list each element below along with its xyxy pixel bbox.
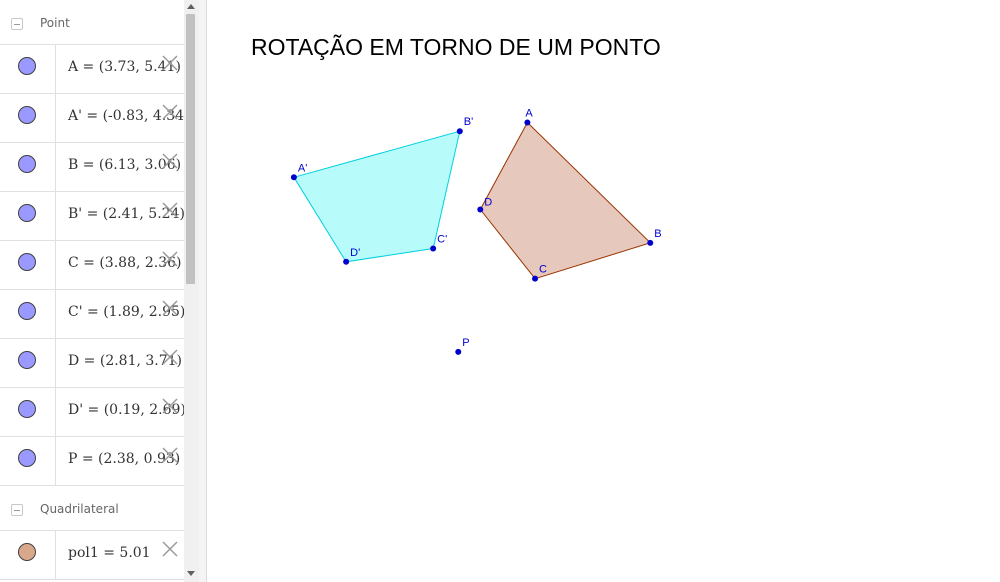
delete-icon[interactable]	[160, 396, 180, 416]
visibility-cell	[0, 192, 56, 240]
algebra-row[interactable]: D' = (0.19, 2.69)	[0, 388, 184, 437]
scroll-thumb[interactable]	[186, 14, 195, 284]
group-header-quadrilateral[interactable]: Quadrilateral	[0, 486, 184, 531]
visibility-cell	[0, 45, 56, 93]
algebra-row[interactable]: P = (2.38, 0.93)	[0, 437, 184, 486]
collapse-toggle-icon[interactable]	[11, 504, 23, 516]
visibility-cell	[0, 339, 56, 387]
algebra-row[interactable]: D = (2.81, 3.71)	[0, 339, 184, 388]
algebra-row[interactable]: A' = (-0.83, 4.34)	[0, 94, 184, 143]
visibility-toggle-icon[interactable]	[18, 543, 36, 561]
group-title: Point	[40, 16, 70, 30]
algebra-row[interactable]: A = (3.73, 5.41)	[0, 45, 184, 94]
scroll-up-arrow-icon[interactable]	[187, 4, 195, 9]
delete-icon[interactable]	[160, 298, 180, 318]
view-divider[interactable]	[199, 0, 207, 582]
delete-icon[interactable]	[160, 151, 180, 171]
delete-icon[interactable]	[160, 102, 180, 122]
visibility-toggle-icon[interactable]	[18, 155, 36, 173]
algebra-row[interactable]: C = (3.88, 2.36)	[0, 241, 184, 290]
visibility-toggle-icon[interactable]	[18, 449, 36, 467]
visibility-cell	[0, 437, 56, 485]
visibility-toggle-icon[interactable]	[18, 302, 36, 320]
delete-icon[interactable]	[160, 249, 180, 269]
visibility-toggle-icon[interactable]	[18, 204, 36, 222]
visibility-toggle-icon[interactable]	[18, 253, 36, 271]
graphics-view[interactable]	[207, 0, 1000, 582]
delete-icon[interactable]	[160, 347, 180, 367]
visibility-cell	[0, 290, 56, 338]
algebra-row[interactable]: pol1 = 5.01	[0, 531, 184, 580]
algebra-row[interactable]: C' = (1.89, 2.95)	[0, 290, 184, 339]
delete-icon[interactable]	[160, 200, 180, 220]
page-title: ROTAÇÃO EM TORNO DE UM PONTO	[251, 34, 661, 60]
group-title: Quadrilateral	[40, 502, 119, 516]
visibility-toggle-icon[interactable]	[18, 106, 36, 124]
group-header-point[interactable]: Point	[0, 0, 184, 45]
delete-icon[interactable]	[160, 445, 180, 465]
algebra-row[interactable]: B = (6.13, 3.06)	[0, 143, 184, 192]
algebra-row[interactable]: B' = (2.41, 5.24)	[0, 192, 184, 241]
visibility-cell	[0, 94, 56, 142]
visibility-cell	[0, 241, 56, 289]
visibility-toggle-icon[interactable]	[18, 57, 36, 75]
algebra-scrollbar[interactable]	[184, 0, 199, 582]
algebra-expression[interactable]: pol1 = 5.01	[68, 545, 151, 561]
visibility-cell	[0, 143, 56, 191]
visibility-toggle-icon[interactable]	[18, 351, 36, 369]
visibility-cell	[0, 388, 56, 436]
visibility-toggle-icon[interactable]	[18, 400, 36, 418]
algebra-view: Point A = (3.73, 5.41) A' = (-0.83, 4.34)…	[0, 0, 184, 582]
delete-icon[interactable]	[160, 539, 180, 559]
delete-icon[interactable]	[160, 53, 180, 73]
collapse-toggle-icon[interactable]	[11, 18, 23, 30]
scroll-down-arrow-icon[interactable]	[187, 571, 195, 576]
visibility-cell	[0, 531, 56, 579]
